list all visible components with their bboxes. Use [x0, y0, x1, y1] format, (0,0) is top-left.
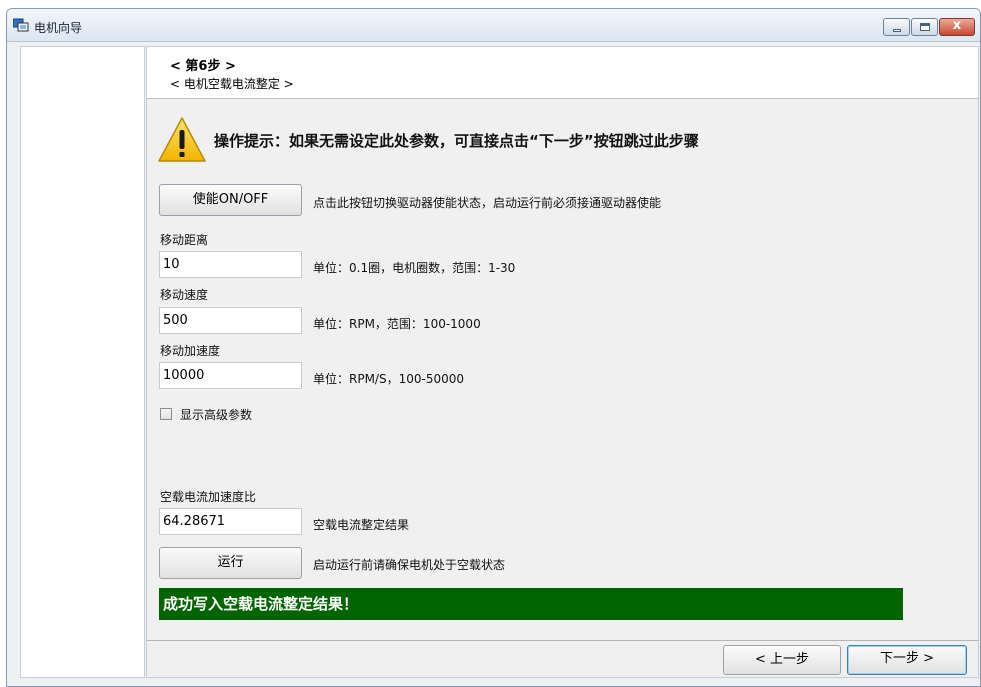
minimize-icon	[893, 29, 901, 32]
distance-hint: 单位：0.1圈，电机圈数，范围：1-30	[313, 261, 516, 275]
result-label: 空载电流加速度比	[160, 490, 257, 504]
warning-text: 操作提示：如果无需设定此处参数，可直接点击“下一步”按钮跳过此步骤	[214, 132, 699, 150]
enable-hint: 点击此按钮切换驱动器使能状态，启动运行前必须接通驱动器使能	[313, 196, 662, 210]
close-icon: x	[952, 18, 962, 33]
window-title: 电机向导	[34, 21, 83, 35]
run-hint: 启动运行前请确保电机处于空载状态	[313, 558, 506, 572]
run-button[interactable]: 运行	[159, 547, 302, 579]
step-list-panel	[20, 46, 145, 678]
speed-hint: 单位：RPM，范围：100-1000	[313, 317, 481, 331]
minimize-button[interactable]	[883, 18, 910, 36]
step-title: < 第6步 >	[170, 59, 236, 74]
enable-toggle-button[interactable]: 使能ON/OFF	[159, 184, 302, 216]
speed-label: 移动速度	[160, 288, 209, 302]
nav-separator	[147, 640, 978, 641]
step-header: < 第6步 > < 电机空载电流整定 >	[147, 47, 978, 99]
advanced-params-label[interactable]: 显示高级参数	[180, 406, 252, 423]
distance-input[interactable]: 10	[159, 251, 302, 278]
step-subtitle: < 电机空载电流整定 >	[170, 77, 294, 91]
app-icon	[13, 18, 29, 32]
speed-input[interactable]: 500	[159, 307, 302, 334]
acceleration-label: 移动加速度	[160, 344, 221, 358]
prev-step-button[interactable]: < 上一步	[723, 645, 841, 675]
maximize-icon	[920, 23, 930, 31]
close-button[interactable]: x	[939, 18, 975, 36]
result-hint: 空载电流整定结果	[313, 518, 410, 532]
distance-label: 移动距离	[160, 233, 209, 247]
title-bar: 电机向导 x	[7, 9, 980, 42]
result-value-field[interactable]: 64.28671	[159, 508, 302, 535]
wizard-content: < 第6步 > < 电机空载电流整定 > 操作提示：如果无需设定此处参数，可直接…	[146, 46, 979, 678]
warning-triangle-icon	[158, 117, 206, 162]
wizard-window: 电机向导 x < 第6步 > < 电机空载电流整定 > 操作提示：如果无需设定此…	[6, 8, 981, 687]
acceleration-hint: 单位：RPM/S，100-50000	[313, 372, 464, 386]
status-message: 成功写入空载电流整定结果！	[159, 588, 903, 620]
next-step-button[interactable]: 下一步 >	[847, 645, 967, 675]
acceleration-input[interactable]: 10000	[159, 362, 302, 389]
advanced-params-checkbox[interactable]	[160, 408, 172, 420]
maximize-button[interactable]	[911, 18, 938, 36]
